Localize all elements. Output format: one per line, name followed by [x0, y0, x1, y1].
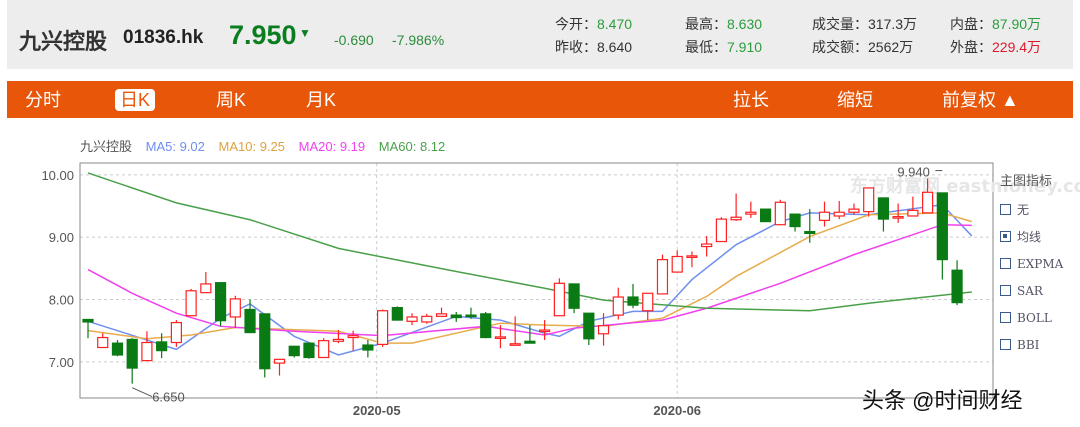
candle-body-down — [259, 313, 271, 370]
checkbox[interactable] — [1000, 339, 1011, 350]
candle-body-down — [804, 230, 816, 235]
candle-body-down — [303, 342, 315, 359]
x-tick-label: 2020-06 — [653, 403, 701, 418]
watermark: 头条 @时间财经 — [862, 388, 1023, 413]
candle-body-up — [347, 335, 359, 339]
indicator-label: EXPMA — [1017, 256, 1064, 271]
candle-body-down — [156, 341, 168, 352]
indicator-label: 均线 — [1017, 230, 1042, 244]
plot-frame — [79, 162, 994, 399]
candle-body-up — [686, 255, 698, 258]
candle-body-up — [435, 313, 448, 317]
y-tick-label: 10.00 — [41, 168, 74, 183]
indicator-label: SAR — [1017, 283, 1043, 298]
indicator-option[interactable]: SAR — [1000, 277, 1063, 304]
y-tick-label: 9.00 — [49, 230, 74, 245]
candle-body-down — [877, 197, 890, 220]
candle-body-up — [907, 209, 919, 217]
candle-body-up — [318, 340, 330, 359]
y-tick-label: 8.00 — [49, 293, 74, 308]
candle-body-down — [568, 283, 580, 309]
candle-body-down — [362, 344, 374, 351]
annotation-label: 6.650 — [152, 390, 185, 405]
indicator-panel: 主图指标 无均线 EXPMA SAR BOLL BBI — [1000, 170, 1063, 358]
candle-body-up — [539, 329, 551, 333]
candle-body-up — [421, 315, 433, 323]
checkbox[interactable] — [1000, 285, 1011, 296]
candle-body-down — [450, 314, 462, 319]
checkbox[interactable] — [1000, 312, 1011, 323]
candle-body-down — [391, 307, 403, 321]
candle-body-up — [597, 325, 610, 335]
candle-body-up — [494, 336, 507, 340]
candle-body-down — [583, 312, 595, 340]
candle-body-up — [170, 321, 182, 344]
candle-body-up — [185, 290, 197, 317]
candle-body-up — [863, 187, 875, 213]
candle-body-up — [818, 211, 831, 221]
y-tick-label: 7.00 — [49, 355, 74, 370]
x-tick-label: 2020-05 — [353, 403, 401, 418]
candle-body-down — [951, 269, 963, 304]
candle-body-up — [774, 201, 786, 226]
candle-body-up — [141, 341, 153, 362]
indicator-label: BOLL — [1017, 310, 1052, 325]
candle-body-up — [273, 358, 286, 364]
indicator-label: BBI — [1017, 337, 1040, 352]
candle-body-up — [377, 310, 389, 345]
indicator-option[interactable]: 无 — [1000, 196, 1063, 223]
candle-body-up — [656, 259, 669, 295]
candle-body-down — [524, 340, 536, 344]
candle-body-up — [701, 243, 713, 248]
checkbox[interactable] — [1000, 231, 1011, 242]
candle-body-down — [759, 208, 772, 223]
candle-body-up — [715, 218, 727, 243]
checkbox[interactable] — [1000, 204, 1011, 215]
candle-body-down — [480, 313, 492, 339]
candle-body-down — [111, 342, 124, 356]
candle-body-up — [671, 255, 683, 273]
candle-body-up — [612, 296, 624, 316]
candle-body-down — [627, 296, 639, 306]
candle-body-down — [936, 192, 948, 261]
candle-body-down — [465, 314, 477, 318]
candle-body-up — [848, 208, 860, 213]
indicator-option[interactable]: BBI — [1000, 331, 1063, 358]
candle-body-up — [730, 216, 742, 221]
indicator-title: 主图指标 — [1000, 173, 1053, 188]
indicator-option[interactable]: BOLL — [1000, 304, 1063, 331]
candle-body-up — [332, 338, 345, 342]
indicator-option[interactable]: 均线 — [1000, 223, 1063, 250]
candle-body-down — [288, 345, 300, 357]
candle-body-up — [553, 282, 565, 317]
candle-body-down — [82, 318, 94, 323]
candle-body-up — [745, 211, 757, 215]
candle-body-down — [789, 213, 801, 228]
candle-body-down — [244, 308, 256, 334]
candle-body-up — [97, 336, 109, 349]
indicator-label: 无 — [1017, 203, 1030, 217]
checkbox[interactable] — [1000, 258, 1011, 269]
candle-body-up — [229, 298, 241, 318]
candle-body-up — [833, 211, 845, 217]
candle-body-up — [642, 292, 654, 312]
candle-body-up — [922, 191, 934, 214]
kline-chart[interactable]: 10.009.008.007.002020-05 2020-06东方财富网 eas… — [0, 0, 1080, 427]
candle-body-down — [126, 338, 138, 369]
annotation-arrow — [131, 387, 153, 398]
candle-body-up — [509, 343, 521, 346]
candle-body-up — [406, 316, 418, 322]
candle-body-up — [892, 216, 904, 219]
candle-body-up — [200, 283, 212, 294]
indicator-option[interactable]: EXPMA — [1000, 250, 1063, 277]
annotation-label: 9.940 — [897, 165, 930, 180]
candle-body-down — [214, 282, 227, 322]
